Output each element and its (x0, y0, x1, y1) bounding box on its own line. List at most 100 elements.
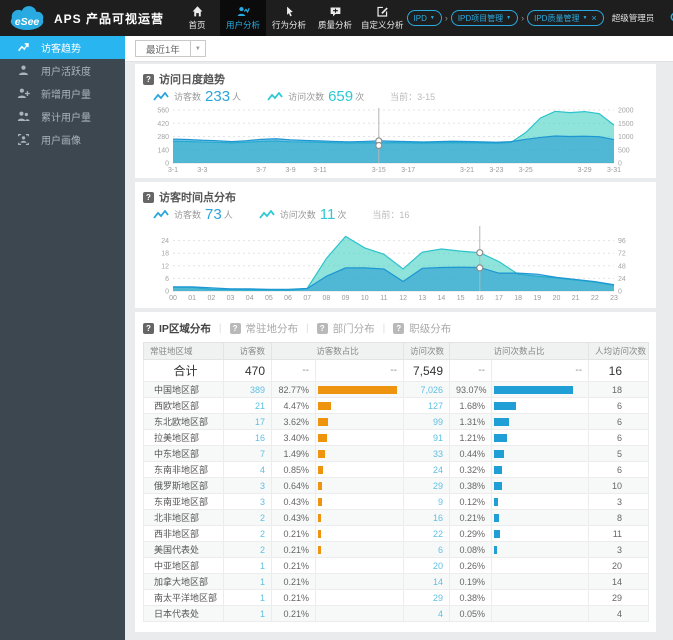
visitors-count-link[interactable]: 2 (223, 525, 272, 542)
svg-text:18: 18 (161, 251, 169, 258)
visitors-count-link[interactable]: 1 (223, 589, 272, 606)
visitors-count-link[interactable]: 17 (223, 413, 272, 430)
search-icon[interactable] (669, 11, 673, 25)
visitors-count-link[interactable]: 4 (223, 461, 272, 478)
tab-residence[interactable]: ? 常驻地分布 (229, 321, 298, 336)
date-range-select[interactable]: 最近1年 ▼ (135, 40, 206, 57)
tab-ip-region[interactable]: ? IP区域分布 (143, 321, 211, 336)
total-cell: 16 (588, 359, 650, 382)
svg-text:420: 420 (157, 121, 169, 128)
per-capita-cell: 11 (588, 525, 650, 542)
legend-unit: 人 (223, 210, 233, 220)
esee-logo[interactable]: eSee (5, 5, 49, 31)
logo-text: eSee (15, 16, 40, 28)
help-icon[interactable]: ? (143, 191, 154, 203)
nav-item-label: 质量分析 (318, 20, 353, 30)
legend-value: 73 (205, 206, 222, 223)
per-capita-cell: 5 (588, 445, 650, 462)
table-row: 俄罗斯地区部 3 0.64% 29 0.38% 10 (143, 477, 650, 494)
region-cell: 中东地区部 (143, 445, 224, 462)
behavior-analysis-icon (283, 5, 296, 18)
visits-count-link[interactable]: 24 (403, 461, 451, 478)
visits-count-link[interactable]: 29 (403, 477, 451, 494)
table-row: 东北欧地区部 17 3.62% 99 1.31% 6 (143, 413, 650, 430)
visits-count-link[interactable]: 6 (403, 541, 451, 558)
legend-item: 访客数 233 人 (153, 88, 241, 105)
hourly-distribution-chart[interactable]: 0 6 12 18 24 0 24 48 72 96 00 01 02 03 04 05 06 07 08 09 10 1… (143, 224, 648, 313)
visits-count-link[interactable]: 33 (403, 445, 451, 462)
region-cell: 北非地区部 (143, 509, 224, 526)
visits-bar (494, 385, 574, 394)
visits-count-link[interactable]: 14 (403, 573, 451, 590)
visits-count-link[interactable]: 20 (403, 557, 451, 574)
visitors-count-link[interactable]: 1 (223, 573, 272, 590)
help-icon[interactable]: ? (143, 73, 154, 85)
visits-count-link[interactable]: 127 (403, 397, 451, 414)
visitors-count-link[interactable]: 3 (223, 493, 272, 510)
chevron-down-icon[interactable]: ▼ (190, 40, 206, 57)
svg-text:3-29: 3-29 (578, 167, 592, 174)
chevron-down-icon[interactable]: ▼ (430, 15, 435, 21)
chevron-down-icon[interactable]: ▼ (582, 15, 587, 21)
visitors-count-link[interactable]: 2 (223, 509, 272, 526)
tab-rank[interactable]: ? 职级分布 (393, 321, 451, 336)
sidebar-item-total-users[interactable]: 累计用户量 (0, 105, 125, 128)
visits-count-link[interactable]: 22 (403, 525, 451, 542)
user-analysis-icon (237, 5, 250, 18)
svg-text:02: 02 (207, 295, 215, 302)
marker-point (476, 249, 484, 257)
visits-bar-cell (491, 605, 590, 622)
sidebar-item-user-activity[interactable]: 用户活跃度 (0, 59, 125, 82)
table-row: 北非地区部 2 0.43% 16 0.21% 8 (143, 509, 650, 526)
nav-item-home[interactable]: 首页 (174, 0, 220, 36)
visits-count-link[interactable]: 7,026 (403, 381, 451, 398)
nav-item-user-analysis[interactable]: 用户分析 (220, 0, 267, 36)
visitors-count-link[interactable]: 1 (223, 605, 272, 622)
svg-text:19: 19 (533, 295, 541, 302)
visitors-count-link[interactable]: 389 (223, 381, 272, 398)
sidebar-item-user-portrait[interactable]: 用户画像 (0, 128, 125, 151)
visits-count-link[interactable]: 29 (403, 589, 451, 606)
help-icon: ? (229, 322, 241, 334)
help-icon: ? (393, 322, 405, 334)
filter-pill-ipd[interactable]: IPD ▼ (406, 10, 442, 26)
users-icon (17, 110, 30, 123)
sidebar-item-visitor-trend[interactable]: 访客趋势 (0, 36, 125, 59)
visits-count-link[interactable]: 99 (403, 413, 451, 430)
svg-text:280: 280 (157, 134, 169, 141)
visitors-count-link[interactable]: 7 (223, 445, 272, 462)
visitors-count-link[interactable]: 2 (223, 541, 272, 558)
visits-count-link[interactable]: 9 (403, 493, 451, 510)
visitors-bar-cell (314, 541, 405, 558)
visits-count-link[interactable]: 91 (403, 429, 451, 446)
sidebar-item-new-users[interactable]: 新增用户量 (0, 82, 125, 105)
visitors-pct-cell: 0.85% (271, 461, 316, 478)
visits-bar-cell (491, 445, 590, 462)
visitors-count-link[interactable]: 1 (223, 557, 272, 574)
region-cell: 东南亚地区部 (143, 493, 224, 510)
chevron-down-icon[interactable]: ▼ (506, 15, 511, 21)
visits-bar-cell (491, 381, 590, 398)
visitors-count-link[interactable]: 16 (223, 429, 272, 446)
svg-text:03: 03 (227, 295, 235, 302)
filter-pill-ipd-quality[interactable]: IPD质量管理 ▼ × (527, 10, 604, 26)
svg-text:3-17: 3-17 (401, 167, 415, 174)
daily-trend-chart[interactable]: 0 140 280 420 560 0 500 1000 1500 2000 3-1 3-3 3-7 3-… (143, 106, 648, 185)
visitors-count-link[interactable]: 3 (223, 477, 272, 494)
nav-item-quality-analysis[interactable]: 质量分析 (312, 0, 358, 36)
daily-trend-panel: ? 访问日度趋势 访客数 233 人访问次数 659 次当前：3-15 0 140 280 4… (135, 64, 656, 178)
tab-department[interactable]: ? 部门分布 (316, 321, 375, 336)
svg-text:24: 24 (161, 238, 169, 245)
visitors-count-link[interactable]: 21 (223, 397, 272, 414)
filter-pill-ipd-project[interactable]: IPD项目管理 ▼ (450, 10, 519, 26)
nav-item-behavior-analysis[interactable]: 行为分析 (266, 0, 312, 36)
filter-pill-label: IPD质量管理 (534, 13, 580, 23)
sidebar-item-label: 用户活跃度 (41, 67, 91, 78)
nav-item-label: 首页 (188, 20, 206, 30)
close-icon[interactable]: × (591, 13, 596, 23)
svg-text:3-31: 3-31 (607, 167, 621, 174)
visits-count-link[interactable]: 4 (403, 605, 451, 622)
nav-item-custom-analysis[interactable]: 自定义分析 (358, 0, 407, 36)
total-cell: 合计 (143, 359, 224, 382)
visits-count-link[interactable]: 16 (403, 509, 451, 526)
